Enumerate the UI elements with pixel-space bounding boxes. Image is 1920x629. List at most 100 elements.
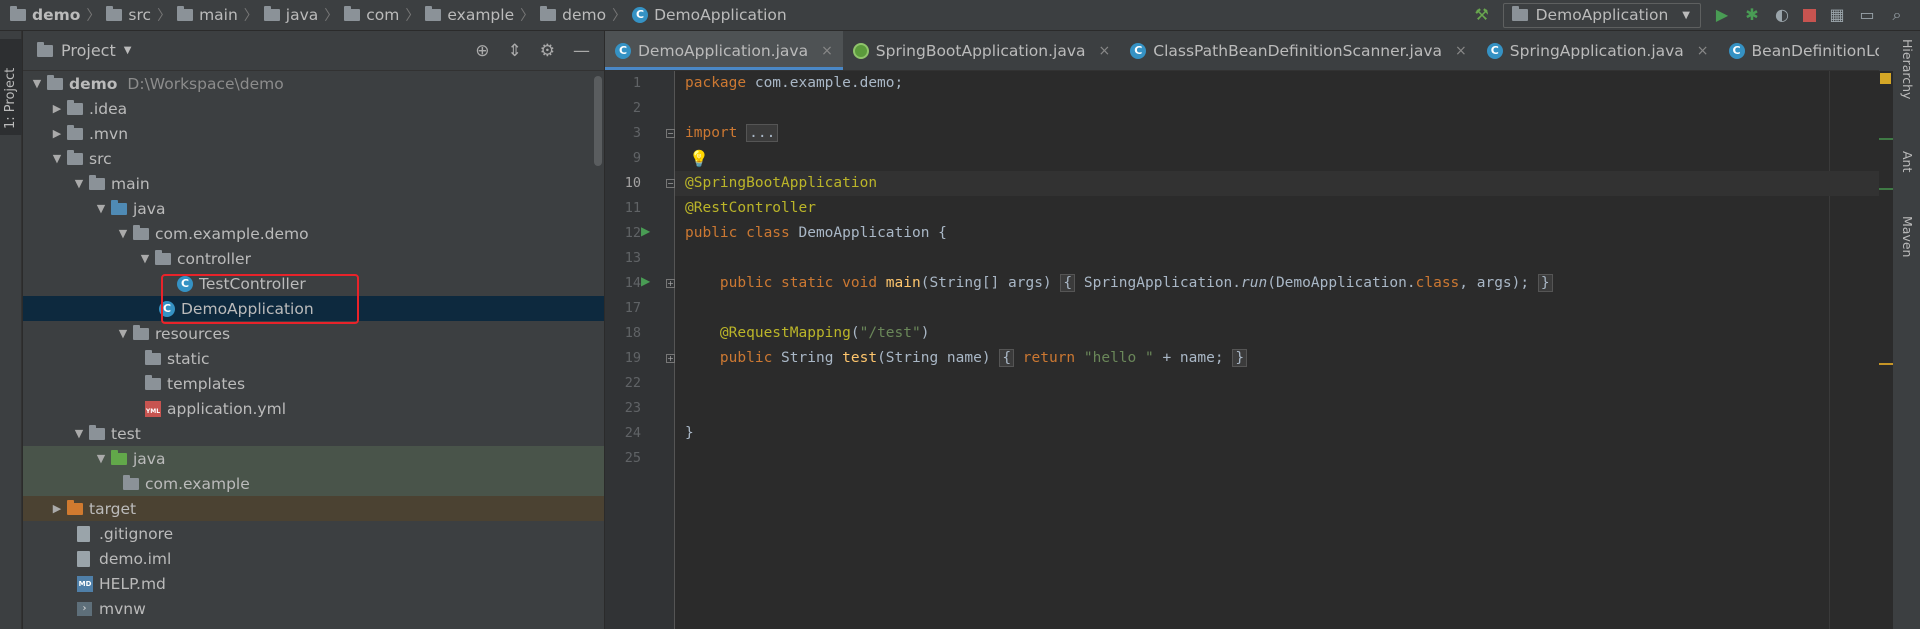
expanded-arrow-icon[interactable]: ▼ xyxy=(47,152,67,165)
project-view-select[interactable]: Project ▼ xyxy=(37,41,131,60)
tree-item-main[interactable]: ▼ main xyxy=(23,171,604,196)
chevron-right-icon: 〉 xyxy=(243,8,258,24)
tree-item-com-example[interactable]: com.example xyxy=(23,471,604,496)
tab-springapplication[interactable]: C SpringApplication.java × xyxy=(1477,31,1719,70)
breadcrumb-item[interactable]: src xyxy=(106,6,155,24)
resources-folder-icon xyxy=(133,324,149,340)
code-line: import ... xyxy=(675,121,1879,146)
close-icon[interactable]: × xyxy=(821,43,833,59)
expanded-arrow-icon[interactable]: ▼ xyxy=(113,227,133,240)
tree-item-help-md[interactable]: MD HELP.md xyxy=(23,571,604,596)
expanded-arrow-icon[interactable]: ▼ xyxy=(69,427,89,440)
folder-icon xyxy=(344,6,361,21)
run-gutter-icon[interactable]: ▶ xyxy=(641,224,650,238)
breadcrumb-item[interactable]: C DemoApplication xyxy=(632,6,791,24)
collapsed-arrow-icon[interactable]: ▶ xyxy=(47,102,67,115)
tree-item-demo-iml[interactable]: demo.iml xyxy=(23,546,604,571)
tree-item-test[interactable]: ▼ test xyxy=(23,421,604,446)
breadcrumb-item[interactable]: main xyxy=(177,6,242,24)
tree-item-idea[interactable]: ▶ .idea xyxy=(23,96,604,121)
error-stripe[interactable] xyxy=(1879,71,1893,629)
warning-marker[interactable] xyxy=(1879,363,1893,365)
tab-demoapplication[interactable]: C DemoApplication.java × xyxy=(605,31,843,70)
tree-item-test-java[interactable]: ▼ java xyxy=(23,446,604,471)
expanded-arrow-icon[interactable]: ▼ xyxy=(135,252,155,265)
breadcrumb-item[interactable]: java xyxy=(263,6,322,24)
tree-item-controller[interactable]: ▼ controller xyxy=(23,246,604,271)
tree-item-resources[interactable]: ▼ resources xyxy=(23,321,604,346)
debug-icon[interactable]: ✱ xyxy=(1743,6,1761,24)
run-gutter-icon[interactable]: ▶ xyxy=(641,274,650,288)
shell-file-icon: › xyxy=(77,601,92,616)
close-icon[interactable]: × xyxy=(1697,43,1709,59)
tree-item-templates[interactable]: templates xyxy=(23,371,604,396)
tab-springbootapplication[interactable]: SpringBootApplication.java × xyxy=(843,31,1120,70)
package-icon xyxy=(133,224,149,240)
folder-icon xyxy=(263,6,280,21)
collapsed-arrow-icon[interactable]: ▶ xyxy=(47,127,67,140)
tree-item-demoapplication[interactable]: C DemoApplication xyxy=(23,296,604,321)
project-scrollbar[interactable] xyxy=(594,76,602,166)
code-area[interactable]: package com.example.demo; import ... 💡 @… xyxy=(675,71,1879,629)
tree-item-target[interactable]: ▶ target xyxy=(23,496,604,521)
fold-icon[interactable]: − xyxy=(666,179,675,188)
fold-icon[interactable]: − xyxy=(666,129,675,138)
change-marker[interactable] xyxy=(1879,138,1893,140)
locate-icon[interactable]: ⊕ xyxy=(475,41,489,61)
run-configuration-select[interactable]: DemoApplication ▼ xyxy=(1502,2,1701,28)
breadcrumb-item[interactable]: demo xyxy=(10,6,84,24)
fold-icon[interactable]: + xyxy=(666,279,675,288)
markdown-file-icon: MD xyxy=(77,575,93,592)
gitignore-file-icon xyxy=(77,525,90,542)
change-marker[interactable] xyxy=(1879,188,1893,190)
tree-item-mvn[interactable]: ▶ .mvn xyxy=(23,121,604,146)
tree-item-java[interactable]: ▼ java xyxy=(23,196,604,221)
project-tool-tab[interactable]: 1: Project xyxy=(0,39,22,135)
tree-item-package[interactable]: ▼ com.example.demo xyxy=(23,221,604,246)
fold-icon[interactable]: + xyxy=(666,354,675,363)
coverage-icon[interactable]: ◐ xyxy=(1773,6,1791,24)
expanded-arrow-icon[interactable]: ▼ xyxy=(69,177,89,190)
stop-icon[interactable] xyxy=(1803,8,1816,22)
build-hammer-icon[interactable]: ⚒ xyxy=(1473,6,1491,24)
line-number: 1 xyxy=(632,75,641,91)
project-panel-header: Project ▼ ⊕ ⇕ ⚙ — xyxy=(23,31,604,71)
folder-icon xyxy=(145,349,161,365)
breadcrumb-item[interactable]: example xyxy=(425,6,518,24)
line-number: 19 xyxy=(624,350,641,366)
tree-item-static[interactable]: static xyxy=(23,346,604,371)
tree-item-testcontroller[interactable]: C TestController xyxy=(23,271,604,296)
warning-indicator-icon[interactable] xyxy=(1880,73,1891,84)
expanded-arrow-icon[interactable]: ▼ xyxy=(27,77,47,90)
code-line-current: @SpringBootApplication xyxy=(675,171,1879,196)
tree-item-mvnw[interactable]: › mvnw xyxy=(23,596,604,621)
project-tree: ▼ demo D:\Workspace\demo ▶ .idea ▶ .mvn ▼ src… xyxy=(23,71,604,621)
project-structure-icon[interactable]: ▦ xyxy=(1828,6,1846,24)
expanded-arrow-icon[interactable]: ▼ xyxy=(113,327,133,340)
collapse-all-icon[interactable]: ⇕ xyxy=(508,41,522,61)
expanded-arrow-icon[interactable]: ▼ xyxy=(91,452,111,465)
tab-classpathbeandefinitionscanner[interactable]: C ClassPathBeanDefinitionScanner.java × xyxy=(1120,31,1477,70)
folded-imports[interactable]: ... xyxy=(746,124,779,142)
terminal-icon[interactable]: ▭ xyxy=(1858,6,1876,24)
tab-beandefinitionloader[interactable]: CBeanDefinitionLoade xyxy=(1719,31,1879,70)
tree-item-application-yml[interactable]: YML application.yml xyxy=(23,396,604,421)
project-icon xyxy=(37,41,53,57)
search-icon[interactable]: ⌕ xyxy=(1888,6,1906,24)
package-icon xyxy=(155,249,171,265)
lightbulb-icon[interactable]: 💡 xyxy=(689,146,709,171)
breadcrumb-item[interactable]: demo xyxy=(540,6,610,24)
tree-item-demo[interactable]: ▼ demo D:\Workspace\demo xyxy=(23,71,604,96)
close-icon[interactable]: × xyxy=(1099,43,1111,59)
breadcrumb-item[interactable]: com xyxy=(344,6,403,24)
tree-item-gitignore[interactable]: .gitignore xyxy=(23,521,604,546)
run-icon[interactable]: ▶ xyxy=(1713,6,1731,24)
close-icon[interactable]: × xyxy=(1455,43,1467,59)
expanded-arrow-icon[interactable]: ▼ xyxy=(91,202,111,215)
line-number: 23 xyxy=(624,400,641,416)
gear-icon[interactable]: ⚙ xyxy=(540,41,555,61)
collapsed-arrow-icon[interactable]: ▶ xyxy=(47,502,67,515)
hide-icon[interactable]: — xyxy=(573,41,590,61)
line-number: 13 xyxy=(624,250,641,266)
tree-item-src[interactable]: ▼ src xyxy=(23,146,604,171)
